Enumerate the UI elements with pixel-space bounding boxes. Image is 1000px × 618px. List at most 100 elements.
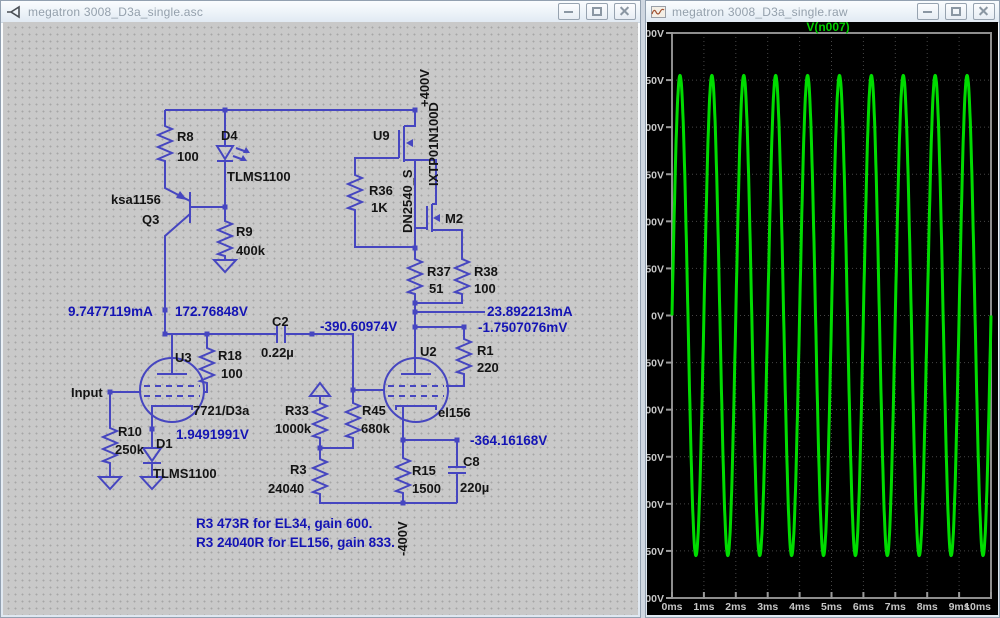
label-U2: U2 xyxy=(420,344,437,359)
ground-symbol xyxy=(99,477,121,489)
label-R3: R3 xyxy=(290,462,307,477)
waveform-svg: 0ms1ms2ms3ms4ms5ms6ms7ms8ms9ms10ms300V25… xyxy=(647,22,999,616)
restore-button[interactable] xyxy=(945,3,967,20)
minimize-icon xyxy=(564,11,573,13)
minimize-icon xyxy=(923,11,932,13)
x-tick-label: 0ms xyxy=(661,601,682,613)
restore-icon xyxy=(951,7,961,16)
value-C2: 0.22µ xyxy=(261,345,294,360)
x-tick-label: 7ms xyxy=(885,601,906,613)
y-tick-label: -250V xyxy=(647,546,664,558)
x-tick-label: 10ms xyxy=(964,601,991,613)
value-R9: 400k xyxy=(236,243,266,258)
x-tick-label: 1ms xyxy=(693,601,714,613)
close-button[interactable] xyxy=(973,3,995,20)
value-D4: TLMS1100 xyxy=(227,169,291,184)
label-R36: R36 xyxy=(369,183,393,198)
value-R45: 680k xyxy=(361,421,391,436)
restore-icon xyxy=(592,7,602,16)
x-tick-label: 2ms xyxy=(725,601,746,613)
label-R8: R8 xyxy=(177,129,194,144)
value-R15: 1500 xyxy=(412,481,441,496)
y-tick-label: -100V xyxy=(647,405,664,417)
resistor-R38 xyxy=(455,256,469,296)
value-Q3: ksa1156 xyxy=(111,192,161,207)
label-U9: U9 xyxy=(373,128,390,143)
value-R3: 24040 xyxy=(268,481,304,496)
y-tick-label: 200V xyxy=(647,122,664,134)
ground-symbol xyxy=(214,260,236,272)
minimize-button[interactable] xyxy=(558,3,580,20)
waveform-plot-area[interactable]: 0ms1ms2ms3ms4ms5ms6ms7ms8ms9ms10ms300V25… xyxy=(647,22,998,615)
note-line-1: R3 473R for EL34, gain 600. xyxy=(196,516,372,531)
value-R37: 51 xyxy=(429,281,443,296)
resistor-R37 xyxy=(408,256,422,296)
x-tick-label: 8ms xyxy=(917,601,938,613)
ltspice-asc-icon xyxy=(6,4,22,20)
resistor-R15 xyxy=(396,455,410,495)
label-Q3: Q3 xyxy=(142,212,159,227)
label-R18: R18 xyxy=(218,348,242,363)
y-tick-label: 300V xyxy=(647,28,664,40)
meas-u2-anode-voltage: -1.7507076mV xyxy=(478,320,567,335)
y-tick-label: -50V xyxy=(647,358,664,370)
label-C2: C2 xyxy=(272,314,289,329)
label-R45: R45 xyxy=(362,403,386,418)
meas-u3-current: 9.7477119mA xyxy=(68,304,153,319)
label-R15: R15 xyxy=(412,463,436,478)
value-R10: 250k xyxy=(115,442,145,457)
resistor-R45 xyxy=(346,400,360,440)
value-R18: 100 xyxy=(221,366,243,381)
y-tick-label: -200V xyxy=(647,499,664,511)
flag-vplus: +400V xyxy=(417,69,432,107)
value-R8: 100 xyxy=(177,149,199,164)
resistor-R8 xyxy=(158,123,172,163)
value-D1: TLMS1100 xyxy=(153,466,217,481)
schematic-titlebar[interactable]: megatron 3008_D3a_single.asc xyxy=(1,1,640,23)
flag-vminus: -400V xyxy=(395,521,410,556)
resistor-R33 xyxy=(313,400,327,440)
waveform-window: megatron 3008_D3a_single.raw 0ms 1ms 2ms 3m… xyxy=(645,0,1000,618)
note-line-2: R3 24040R for EL156, gain 833. xyxy=(196,535,395,550)
meas-u2-cathode-voltage: -364.16168V xyxy=(470,433,547,448)
value-R38: 100 xyxy=(474,281,496,296)
y-tick-label: -150V xyxy=(647,452,664,464)
y-tick-label: -300V xyxy=(647,593,664,605)
value-U2: el156 xyxy=(438,405,471,420)
label-R38: R38 xyxy=(474,264,498,279)
y-tick-label: 50V xyxy=(647,263,664,275)
schematic-svg: R8 100 D4 TLMS1100 ksa1156 Q3 R9 400k U9… xyxy=(3,22,637,614)
ltspice-raw-icon xyxy=(651,5,666,19)
x-tick-label: 5ms xyxy=(821,601,842,613)
y-tick-label: 100V xyxy=(647,216,664,228)
label-R1: R1 xyxy=(477,343,494,358)
flag-input: Input xyxy=(71,385,103,400)
schematic-window: megatron 3008_D3a_single.asc xyxy=(0,0,641,618)
restore-button[interactable] xyxy=(586,3,608,20)
meas-u3-anode-voltage: 172.76848V xyxy=(175,304,248,319)
resistor-R3 xyxy=(313,456,327,496)
value-R1: 220 xyxy=(477,360,499,375)
value-R33: 1000k xyxy=(275,421,312,436)
close-button[interactable] xyxy=(614,3,636,20)
label-D4: D4 xyxy=(221,128,238,143)
x-tick-label: 4ms xyxy=(789,601,810,613)
label-M2: M2 xyxy=(445,211,463,226)
label-U3: U3 xyxy=(175,350,192,365)
schematic-canvas[interactable]: R8 100 D4 TLMS1100 ksa1156 Q3 R9 400k U9… xyxy=(3,22,638,615)
x-tick-label: 3ms xyxy=(757,601,778,613)
value-R36: 1K xyxy=(371,200,388,215)
label-R33: R33 xyxy=(285,403,309,418)
label-C8: C8 xyxy=(463,454,480,469)
value-U9: IXTP01N100D xyxy=(426,102,441,186)
waveform-titlebar[interactable]: megatron 3008_D3a_single.raw xyxy=(646,1,999,23)
value-M2: DN2540_S xyxy=(400,169,415,233)
y-tick-label: 250V xyxy=(647,75,664,87)
x-tick-label: 6ms xyxy=(853,601,874,613)
minimize-button[interactable] xyxy=(917,3,939,20)
label-R10: R10 xyxy=(118,424,142,439)
window-title: megatron 3008_D3a_single.raw xyxy=(672,5,848,19)
y-tick-label: 0V xyxy=(651,311,664,323)
trace-name: V(n007) xyxy=(806,22,849,34)
resistor-R9 xyxy=(218,218,232,258)
